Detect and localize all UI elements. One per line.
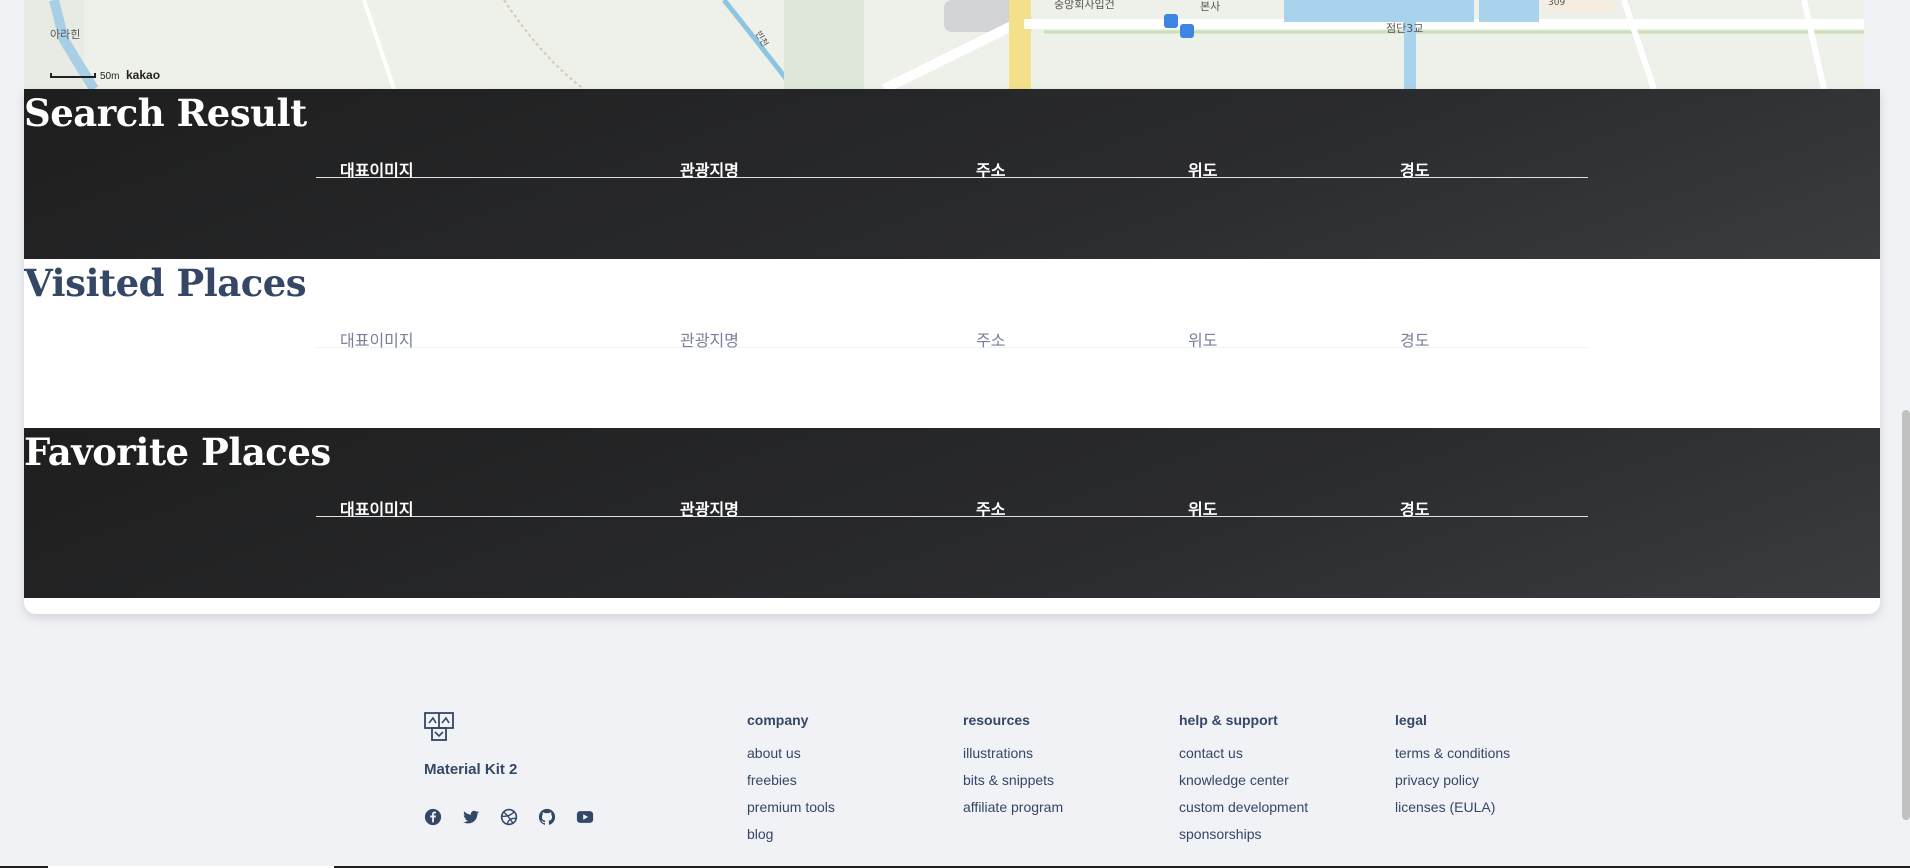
map-scale-bar — [50, 73, 96, 78]
column-header: 위도 — [1188, 161, 1218, 180]
favorite-places-section: Favorite Places 대표이미지 관광지명 주소 위도 경도 — [24, 428, 1880, 598]
map-provider-logo: kakao — [126, 68, 161, 82]
footer-link[interactable]: custom development — [1179, 794, 1308, 821]
footer-link[interactable]: affiliate program — [963, 794, 1063, 821]
map-scale-text: 50m — [100, 71, 120, 82]
youtube-icon[interactable] — [576, 808, 594, 826]
facebook-icon[interactable] — [424, 808, 442, 826]
visited-places-section: Visited Places 대표이미지 관광지명 주소 위도 경도 — [24, 259, 1880, 429]
map-label: 309 — [1548, 0, 1566, 8]
footer-link[interactable]: freebies — [747, 767, 835, 794]
footer-link[interactable]: illustrations — [963, 740, 1063, 767]
map-label: 중앙회사입건 — [1054, 0, 1115, 11]
github-icon[interactable] — [538, 808, 556, 826]
footer-link[interactable]: sponsorships — [1179, 821, 1308, 848]
column-header: 경도 — [1400, 500, 1430, 519]
material-kit-logo-icon[interactable] — [424, 712, 454, 742]
column-header: 관광지명 — [680, 331, 739, 350]
column-heading: legal — [1395, 712, 1427, 728]
column-header: 대표이미지 — [340, 500, 414, 519]
column-heading: help & support — [1179, 712, 1278, 728]
column-heading: resources — [963, 712, 1030, 728]
column-header: 경도 — [1400, 161, 1430, 180]
column-header: 대표이미지 — [340, 331, 414, 350]
search-result-section: Search Result 대표이미지 관광지명 주소 위도 경도 — [24, 89, 1880, 259]
footer-link[interactable]: terms & conditions — [1395, 740, 1510, 767]
table-header: 대표이미지 관광지명 주소 위도 경도 — [316, 484, 1588, 519]
map-graphic — [24, 0, 1864, 89]
table-header: 대표이미지 관광지명 주소 위도 경도 — [316, 315, 1588, 350]
footer-column-legal: legal terms & conditions privacy policy … — [1395, 712, 1510, 821]
table-header: 대표이미지 관광지명 주소 위도 경도 — [316, 145, 1588, 180]
footer-column-resources: resources illustrations bits & snippets … — [963, 712, 1063, 821]
column-heading: company — [747, 712, 809, 728]
content-card: Search Result 대표이미지 관광지명 주소 위도 경도 Visite… — [24, 89, 1880, 614]
footer-link[interactable]: bits & snippets — [963, 767, 1063, 794]
footer-link[interactable]: knowledge center — [1179, 767, 1308, 794]
footer-link[interactable]: licenses (EULA) — [1395, 794, 1510, 821]
footer-column-company: company about us freebies premium tools … — [747, 712, 835, 848]
map-label: 본사 — [1200, 0, 1221, 13]
map-label: 점단3교 — [1386, 22, 1424, 35]
twitter-icon[interactable] — [462, 808, 480, 826]
social-links — [424, 808, 594, 826]
brand-name[interactable]: Material Kit 2 — [424, 761, 517, 778]
dribbble-icon[interactable] — [500, 808, 518, 826]
map-view[interactable]: 아라힌 중앙회사입건 본사 점단3교 309 빈천 50m kakao — [24, 0, 1864, 89]
footer-link[interactable]: blog — [747, 821, 835, 848]
page-scrollbar[interactable] — [1902, 410, 1910, 820]
column-header: 위도 — [1188, 500, 1218, 519]
column-header: 주소 — [976, 500, 1006, 519]
section-title: Favorite Places — [24, 430, 331, 474]
column-header: 관광지명 — [680, 161, 739, 180]
column-header: 대표이미지 — [340, 161, 414, 180]
column-header: 주소 — [976, 331, 1006, 350]
column-header: 경도 — [1400, 331, 1430, 350]
footer-column-help-support: help & support contact us knowledge cent… — [1179, 712, 1308, 848]
map-label: 아라힌 — [50, 28, 81, 41]
column-header: 주소 — [976, 161, 1006, 180]
section-title: Search Result — [24, 91, 307, 135]
footer-link[interactable]: premium tools — [747, 794, 835, 821]
column-header: 관광지명 — [680, 500, 739, 519]
footer-link[interactable]: contact us — [1179, 740, 1308, 767]
footer-link[interactable]: about us — [747, 740, 835, 767]
section-title: Visited Places — [24, 261, 307, 305]
footer-link[interactable]: privacy policy — [1395, 767, 1510, 794]
column-header: 위도 — [1188, 331, 1218, 350]
